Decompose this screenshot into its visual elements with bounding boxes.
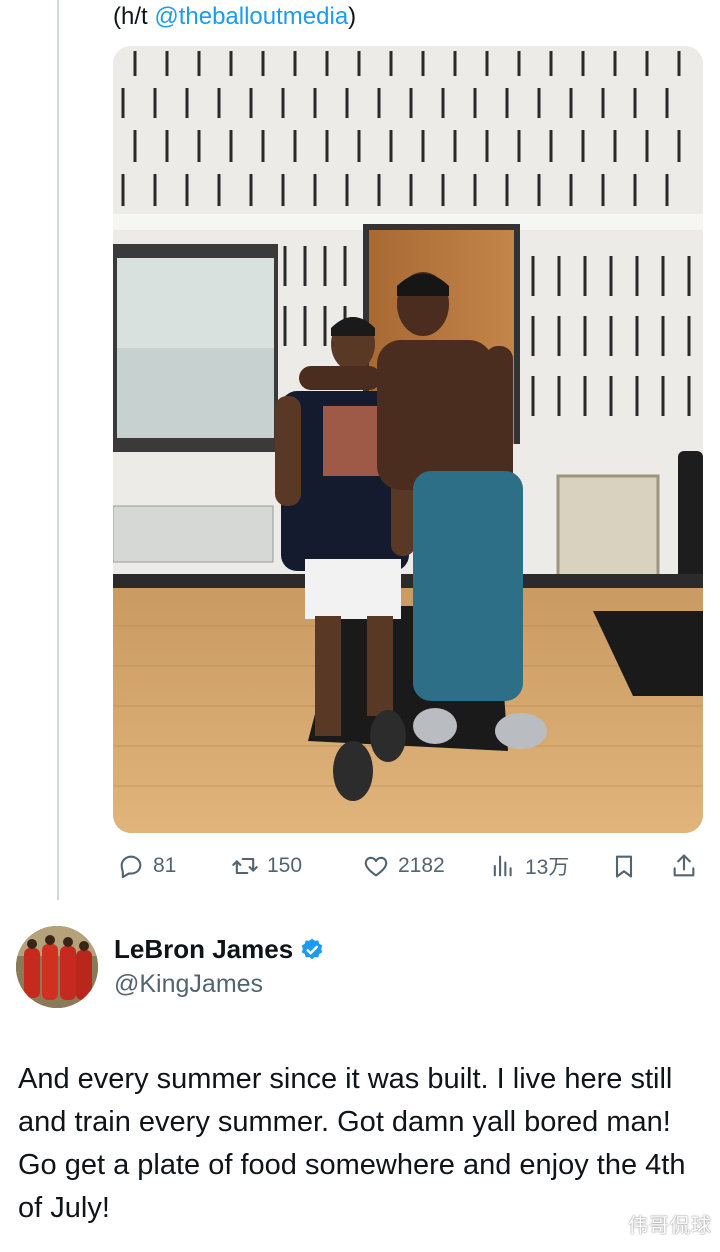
tweet-text: And every summer since it was built. I l… (18, 1063, 686, 1224)
like-button[interactable]: 2182 (362, 848, 445, 884)
share-icon (670, 852, 698, 880)
retweet-icon (231, 852, 259, 880)
hat-tip-prefix: (h/t (113, 3, 155, 30)
bookmark-icon (610, 852, 638, 880)
author-name-text: LeBron James (114, 934, 294, 964)
views-icon (489, 852, 517, 880)
heart-icon (362, 852, 390, 880)
hat-tip-suffix: ) (348, 3, 357, 30)
watermark-text: 伟哥侃球 (628, 1215, 712, 1237)
mention-link[interactable]: @theballoutmedia (154, 3, 348, 30)
thread-connector-line (57, 0, 59, 900)
bookmark-button[interactable] (610, 848, 638, 884)
reply-count: 81 (153, 854, 177, 877)
views-button[interactable]: 13万 (489, 848, 569, 884)
avatar[interactable] (16, 926, 98, 1008)
retweet-button[interactable]: 150 (231, 848, 302, 884)
tweet-action-bar: 81 150 2182 13万 (113, 848, 703, 884)
reply-icon (117, 852, 145, 880)
author-name[interactable]: LeBron James (114, 934, 325, 965)
retweet-count: 150 (267, 854, 303, 877)
author-handle[interactable]: @KingJames (114, 970, 263, 999)
like-count: 2182 (398, 854, 445, 877)
hat-tip-text: (h/t @theballoutmedia) (113, 2, 356, 32)
reply-button[interactable]: 81 (117, 848, 176, 884)
tweet-photo[interactable] (113, 46, 703, 833)
view-count: 13万 (525, 856, 570, 879)
verified-badge-icon (299, 937, 325, 963)
share-button[interactable] (670, 848, 698, 884)
